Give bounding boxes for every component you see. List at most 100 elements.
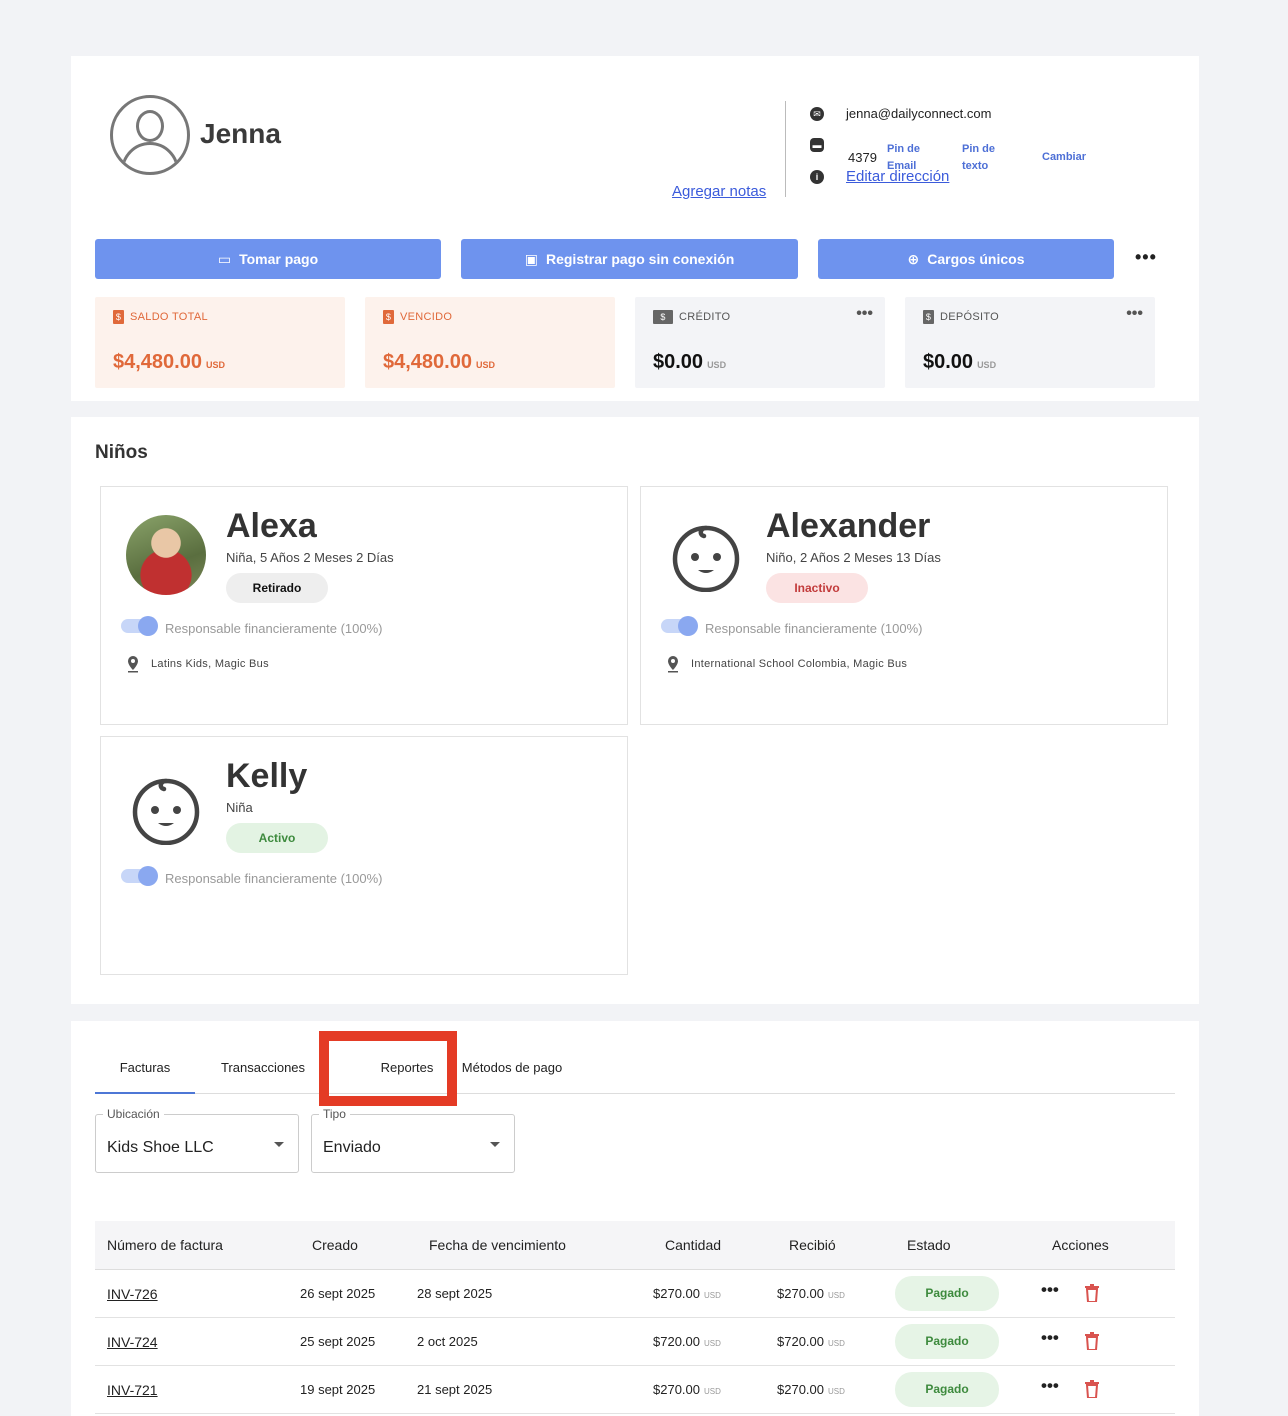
status-badge: Inactivo: [766, 573, 868, 603]
kids-section-title: Niños: [95, 442, 148, 463]
kid-info: Niña: [226, 800, 253, 815]
kid-info: Niño, 2 Años 2 Meses 13 Días: [766, 550, 941, 565]
received: $270.00: [777, 1382, 824, 1397]
column-header[interactable]: Número de factura: [107, 1237, 223, 1253]
invoice-link[interactable]: INV-726: [107, 1286, 158, 1302]
text-pin-link[interactable]: Pin de texto: [962, 141, 1012, 175]
tab-transactions[interactable]: Transacciones: [208, 1053, 318, 1094]
plus-circle-icon: ⊕: [907, 250, 920, 267]
profile-name: Jenna: [200, 118, 281, 149]
edit-address-link[interactable]: Editar dirección: [846, 168, 949, 185]
column-header[interactable]: Creado: [312, 1237, 358, 1253]
kid-photo: [126, 515, 206, 595]
phone-text: 4379: [848, 150, 877, 165]
currency-label: USD: [707, 360, 727, 370]
financial-responsibility-toggle[interactable]: [661, 616, 698, 636]
wallet-icon: ▣: [524, 250, 538, 267]
row-more-icon[interactable]: •••: [1041, 1376, 1059, 1396]
overdue-value: $4,480.00: [383, 351, 472, 373]
billing-tabs: Facturas Transacciones Reportes Métodos …: [95, 1053, 1175, 1094]
financial-responsibility-toggle[interactable]: [121, 616, 158, 636]
offline-payment-button[interactable]: ▣ Registrar pago sin conexión: [461, 239, 798, 279]
baby-face-icon: [672, 525, 740, 592]
profile-card: Jenna Agregar notas ✉ jenna@dailyconnect…: [71, 56, 1199, 401]
row-more-icon[interactable]: •••: [1041, 1328, 1059, 1348]
table-row: INV-721 19 sept 2025 21 sept 2025 $270.0…: [95, 1366, 1175, 1414]
location-select-label: Ubicación: [103, 1107, 164, 1121]
one-time-charges-label: Cargos únicos: [927, 251, 1025, 267]
financial-responsibility-label: Responsable financieramente (100%): [165, 621, 383, 636]
invoice-link[interactable]: INV-724: [107, 1334, 158, 1350]
trash-icon[interactable]: [1085, 1380, 1099, 1398]
take-payment-button[interactable]: ▭ Tomar pago: [95, 239, 441, 279]
amount: $270.00: [653, 1382, 700, 1397]
tab-reports[interactable]: Reportes: [345, 1053, 469, 1094]
table-header: Número de factura Creado Fecha de vencim…: [95, 1221, 1175, 1270]
tab-payment-methods[interactable]: Métodos de pago: [455, 1053, 569, 1094]
column-header[interactable]: Cantidad: [665, 1237, 721, 1253]
received: $270.00: [777, 1286, 824, 1301]
location-select[interactable]: Ubicación Kids Shoe LLC: [95, 1107, 299, 1173]
deposit-more-icon[interactable]: •••: [1126, 305, 1143, 323]
credit-label: CRÉDITO: [679, 311, 731, 323]
column-header[interactable]: Recibió: [789, 1237, 836, 1253]
currency-label: USD: [704, 1387, 721, 1396]
column-header[interactable]: Estado: [907, 1237, 951, 1253]
baby-face-icon: [132, 778, 200, 845]
kid-name: Alexa: [226, 507, 317, 545]
kid-locations: Latins Kids, Magic Bus: [151, 658, 269, 670]
currency-label: USD: [828, 1291, 845, 1300]
currency-label: USD: [828, 1339, 845, 1348]
status-badge: Activo: [226, 823, 328, 853]
kid-name: Alexander: [766, 507, 931, 545]
document-dollar-icon: $: [383, 310, 394, 324]
credit-card-icon: ▭: [217, 250, 232, 267]
phone-icon: ▬: [810, 138, 824, 152]
kid-card-kelly[interactable]: Kelly Niña Activo Responsable financiera…: [100, 736, 628, 975]
table-row: INV-724 25 sept 2025 2 oct 2025 $720.00 U…: [95, 1318, 1175, 1366]
amount: $270.00: [653, 1286, 700, 1301]
overdue-label: VENCIDO: [400, 311, 453, 323]
type-select[interactable]: Tipo Enviado: [311, 1107, 515, 1173]
due-date: 2 oct 2025: [417, 1334, 478, 1349]
created-date: 26 sept 2025: [300, 1286, 376, 1301]
kids-card: Niños Alexa Niña, 5 Años 2 Meses 2 Días …: [71, 417, 1199, 1004]
credit-more-icon[interactable]: •••: [856, 305, 873, 323]
currency-label: USD: [828, 1387, 845, 1396]
created-date: 25 sept 2025: [300, 1334, 376, 1349]
deposit-card: $ DEPÓSITO $0.00 USD •••: [905, 297, 1155, 388]
currency-label: USD: [704, 1339, 721, 1348]
info-icon: i: [810, 170, 824, 184]
table-row: INV-726 26 sept 2025 28 sept 2025 $270.0…: [95, 1270, 1175, 1318]
status-badge: Pagado: [895, 1276, 999, 1311]
status-badge: Retirado: [226, 573, 328, 603]
column-header[interactable]: Fecha de vencimiento: [429, 1237, 566, 1253]
row-more-icon[interactable]: •••: [1041, 1280, 1059, 1300]
more-actions-icon[interactable]: •••: [1135, 247, 1157, 268]
caret-down-icon: [274, 1142, 284, 1147]
credit-value: $0.00: [653, 351, 704, 373]
location-pin-icon: [668, 656, 678, 673]
trash-icon[interactable]: [1085, 1284, 1099, 1302]
currency-label: USD: [977, 360, 997, 370]
caret-down-icon: [490, 1142, 500, 1147]
add-notes-link[interactable]: Agregar notas: [672, 183, 766, 200]
currency-label: USD: [475, 360, 495, 370]
type-select-value: Enviado: [323, 1139, 381, 1156]
divider: [785, 101, 786, 197]
currency-label: USD: [704, 1291, 721, 1300]
email-text: jenna@dailyconnect.com: [846, 106, 992, 121]
financial-responsibility-toggle[interactable]: [121, 866, 158, 886]
location-select-value: Kids Shoe LLC: [107, 1139, 214, 1156]
one-time-charges-button[interactable]: ⊕ Cargos únicos: [818, 239, 1114, 279]
take-payment-label: Tomar pago: [239, 251, 319, 267]
kid-card-alexa[interactable]: Alexa Niña, 5 Años 2 Meses 2 Días Retira…: [100, 486, 628, 725]
trash-icon[interactable]: [1085, 1332, 1099, 1350]
location-pin-icon: [128, 656, 138, 673]
email-icon: ✉: [810, 107, 824, 121]
change-link[interactable]: Cambiar: [1042, 149, 1086, 166]
tab-invoices[interactable]: Facturas: [95, 1053, 195, 1094]
kid-card-alexander[interactable]: Alexander Niño, 2 Años 2 Meses 13 Días I…: [640, 486, 1168, 725]
deposit-label: DEPÓSITO: [940, 311, 1000, 323]
invoice-link[interactable]: INV-721: [107, 1382, 158, 1398]
